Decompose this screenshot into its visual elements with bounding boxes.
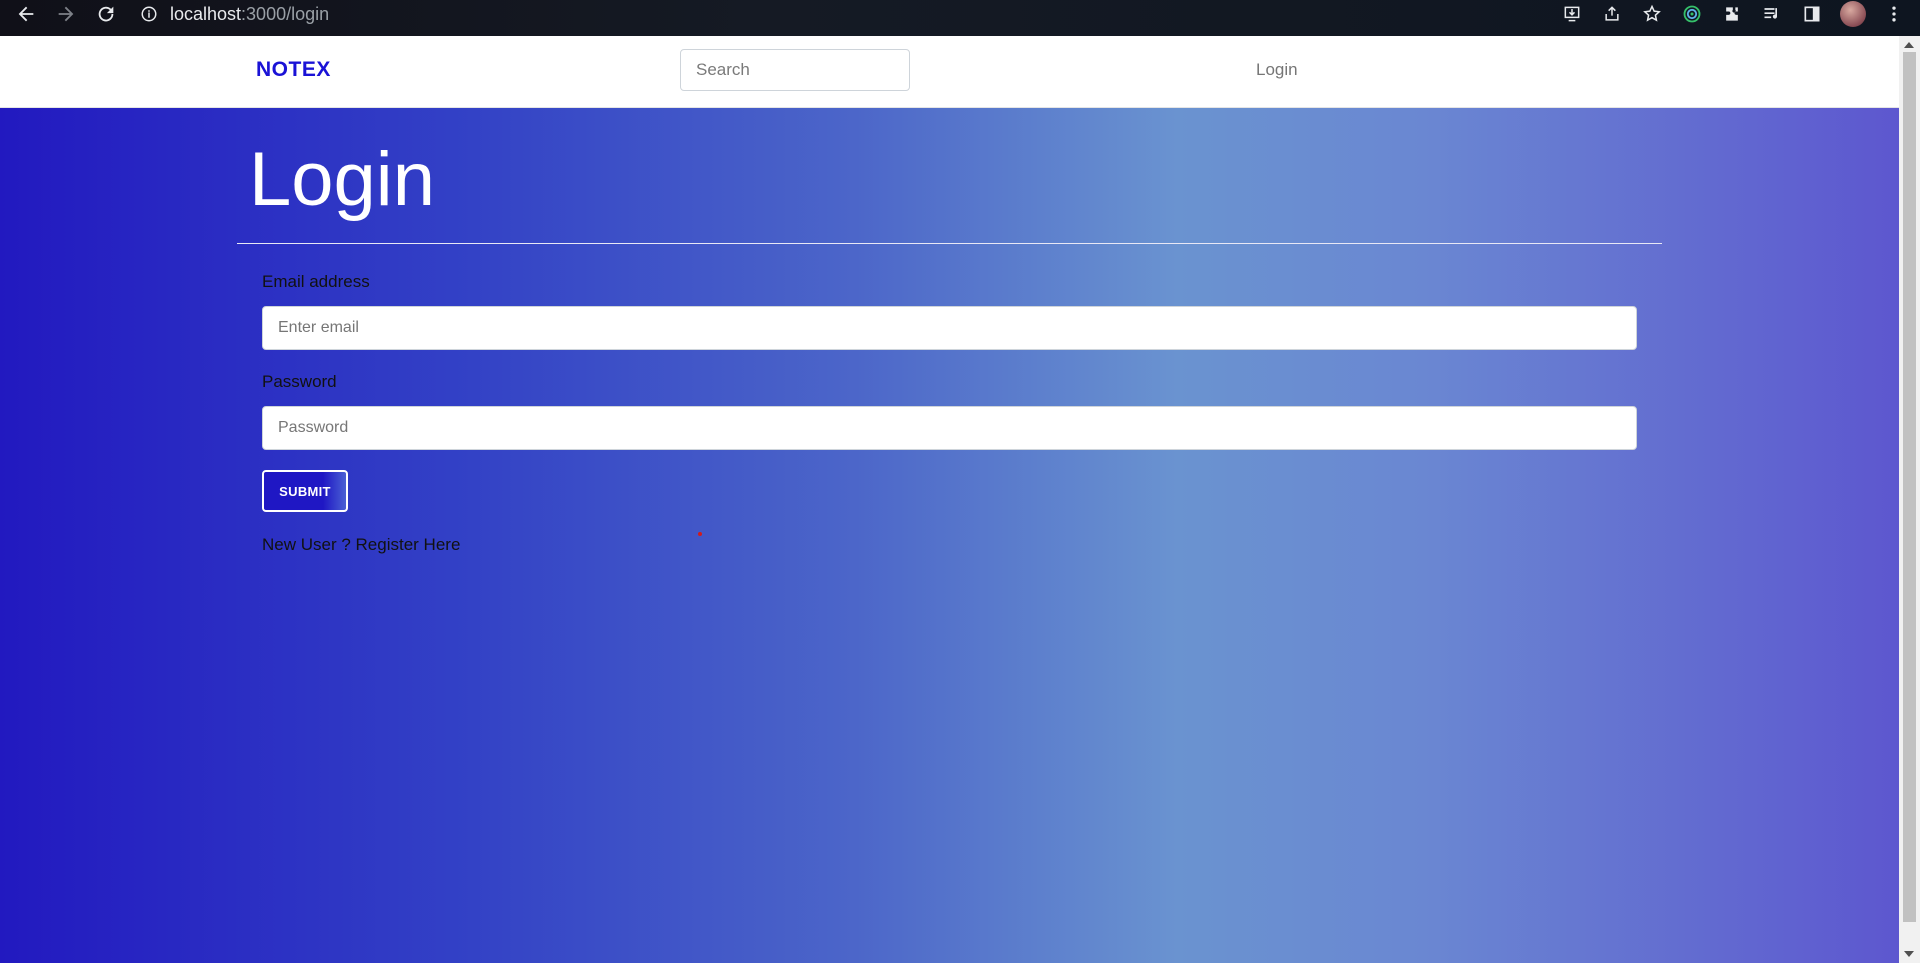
bookmark-star-icon[interactable] [1640,2,1664,26]
url-host: localhost [170,3,242,24]
install-icon[interactable] [1560,2,1584,26]
menu-kebab-icon[interactable] [1882,2,1906,26]
email-label: Email address [262,272,370,291]
password-field[interactable] [262,406,1637,450]
search-input[interactable] [680,49,910,91]
title-divider [237,243,1662,244]
top-navbar: NOTEX Login [0,36,1899,108]
password-label: Password [262,372,337,391]
reload-icon[interactable] [94,2,118,26]
submit-button[interactable]: SUBMIT [262,470,348,512]
browser-actions [1560,0,1920,28]
back-icon[interactable] [14,2,38,26]
media-queue-icon[interactable] [1760,2,1784,26]
page-viewport: NOTEX Login Login Email address Password… [0,36,1899,963]
email-field[interactable] [262,306,1637,350]
url-path: :3000/login [241,3,330,24]
scroll-thumb[interactable] [1903,52,1916,922]
address-bar[interactable]: localhost:3000/login [140,0,1640,28]
profile-avatar[interactable] [1840,1,1866,27]
scroll-down-arrow-icon[interactable] [1904,951,1914,957]
register-link[interactable]: New User ? Register Here [262,535,460,555]
share-icon[interactable] [1600,2,1624,26]
extension-target-icon[interactable] [1680,2,1704,26]
forward-icon[interactable] [54,2,78,26]
extensions-puzzle-icon[interactable] [1720,2,1744,26]
site-info-icon[interactable] [140,5,158,23]
page-title: Login [249,137,435,222]
nav-login-link[interactable]: Login [1256,60,1298,80]
browser-toolbar: localhost:3000/login [0,0,1920,36]
scroll-up-arrow-icon[interactable] [1904,42,1914,48]
cursor-marker [698,532,702,536]
brand-logo-link[interactable]: NOTEX [256,58,331,82]
side-panel-icon[interactable] [1800,2,1824,26]
page-scrollbar[interactable] [1899,36,1920,963]
